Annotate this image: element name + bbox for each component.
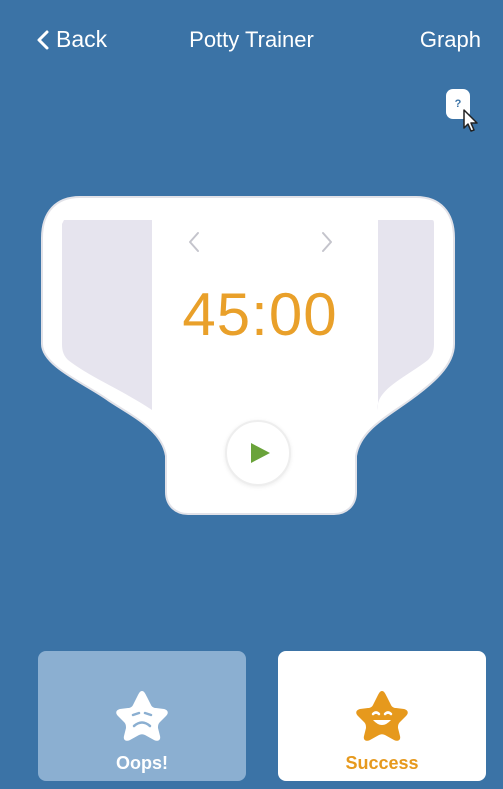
oops-button[interactable]: Oops!: [38, 651, 246, 781]
happy-star-icon: [356, 691, 408, 741]
success-label: Success: [345, 753, 419, 773]
timer-next-button[interactable]: [316, 228, 338, 256]
play-button[interactable]: [225, 420, 291, 486]
mouse-pointer-icon: [463, 109, 478, 132]
oops-label: Oops!: [116, 753, 168, 773]
sad-star-icon: [116, 691, 168, 741]
help-label: ?: [454, 98, 462, 110]
graph-button[interactable]: Graph: [420, 27, 481, 53]
play-icon: [251, 443, 270, 463]
left-flap: [62, 220, 152, 410]
nav-bar: Back Potty Trainer Graph: [0, 0, 503, 80]
success-button[interactable]: Success: [278, 651, 486, 781]
timer-display: 45:00: [182, 281, 338, 348]
timer-previous-button[interactable]: [183, 228, 205, 256]
